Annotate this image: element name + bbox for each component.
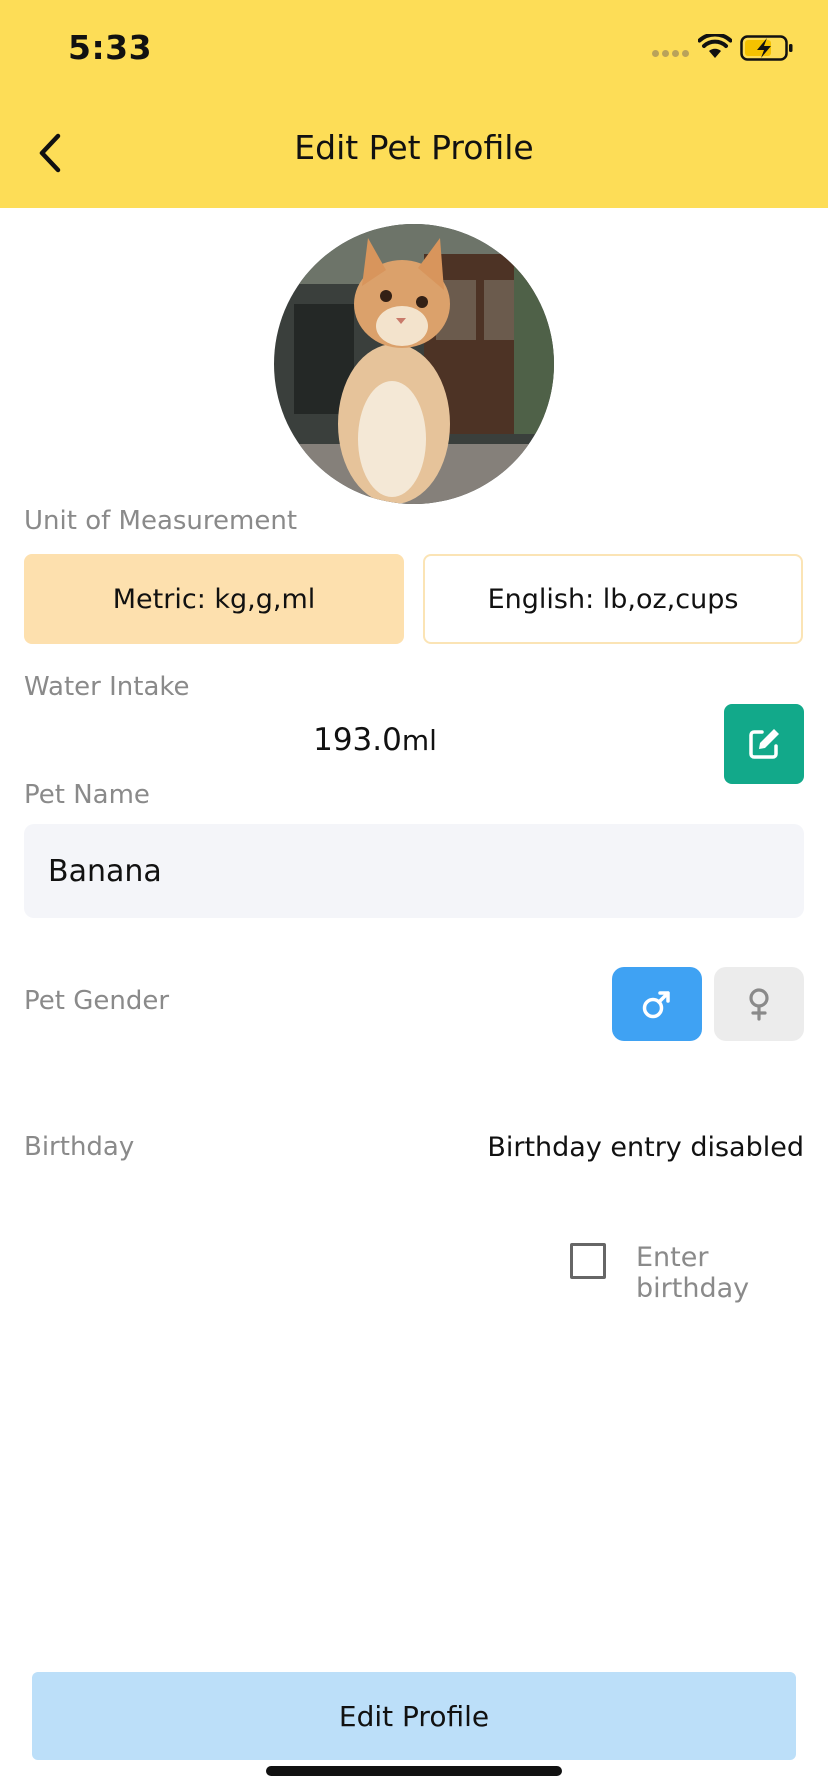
male-gender-button[interactable] [612,967,702,1041]
pet-name-label: Pet Name [24,780,150,810]
water-amount: 193.0 [313,722,402,758]
status-time: 5:33 [68,28,153,67]
page-title: Edit Pet Profile [294,128,534,167]
nav-bar: Edit Pet Profile [0,100,828,208]
edit-icon [749,729,779,759]
status-bar: 5:33 [0,0,828,100]
edit-water-button[interactable] [724,704,804,784]
enter-birthday-checkbox[interactable] [570,1243,606,1279]
birthday-label: Birthday [24,1132,135,1162]
pet-avatar[interactable] [274,224,554,504]
water-unit: ml [401,724,437,757]
english-unit-button[interactable]: English: lb,oz,cups [423,554,803,644]
birthday-status: Birthday entry disabled [487,1132,804,1163]
wifi-icon [698,34,732,58]
female-icon [749,988,769,1021]
metric-unit-button[interactable]: Metric: kg,g,ml [24,554,404,644]
home-indicator [266,1766,562,1776]
battery-charging-icon [740,35,793,61]
enter-birthday-label[interactable]: Enter birthday [636,1242,828,1304]
female-gender-button[interactable] [714,967,804,1041]
pet-name-input[interactable]: Banana [24,824,804,918]
pet-gender-label: Pet Gender [24,986,170,1016]
unit-label: Unit of Measurement [24,506,298,536]
water-intake-label: Water Intake [24,672,190,702]
edit-profile-button[interactable]: Edit Profile [32,1672,796,1760]
male-icon [642,991,670,1019]
water-intake-value: 193.0ml [0,722,750,758]
cellular-signal-icon [652,50,689,57]
pet-photo [274,224,554,504]
